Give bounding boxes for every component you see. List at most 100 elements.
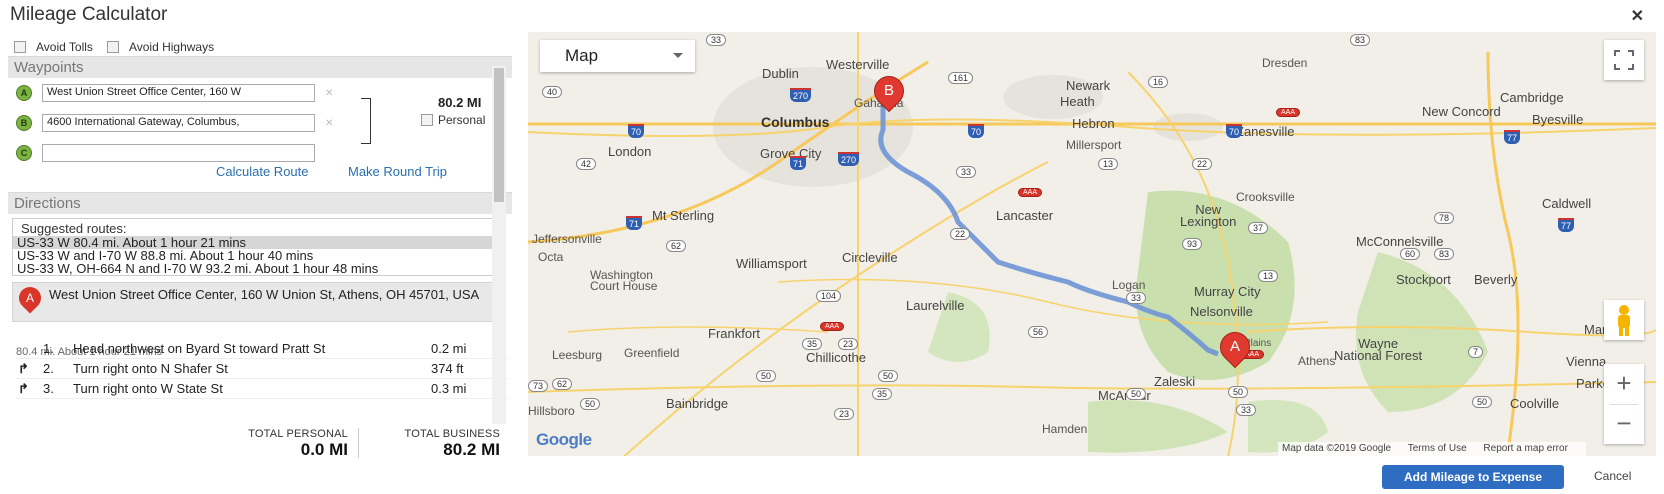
map-label-columbus: Columbus	[761, 114, 830, 130]
route-shield-icon: 13	[1098, 158, 1119, 170]
route-shield-icon: 104	[816, 290, 842, 302]
total-personal-value: 0.0 MI	[300, 440, 348, 459]
totals-divider	[358, 428, 359, 458]
left-panel: Avoid Tolls Avoid Highways Waypoints A W…	[8, 34, 528, 460]
map-label-hamden: Hamden	[1042, 422, 1088, 436]
map-label-cambridge: Cambridge	[1500, 90, 1564, 105]
route-shield-icon: 7	[1468, 346, 1484, 358]
interstate-shield-icon: 77	[1558, 218, 1575, 232]
google-logo: Google	[536, 430, 592, 449]
close-icon[interactable]: ✕	[1631, 6, 1644, 26]
map-label-williamsport: Williamsport	[736, 256, 807, 271]
directions-header: Directions	[8, 192, 512, 214]
report-map-error-link[interactable]: Report a map error	[1483, 443, 1567, 454]
waypoint-bracket	[361, 98, 371, 144]
map-label-leesburg: Leesburg	[552, 348, 603, 362]
map-label-westerville: Westerville	[826, 57, 890, 72]
calculate-route-link[interactable]: Calculate Route	[216, 164, 309, 179]
direction-step[interactable]: 1. Head northwest on Byard St toward Pra…	[16, 340, 508, 359]
route-shield-icon: 22	[1192, 158, 1213, 170]
route-shield-icon: 83	[1434, 248, 1455, 260]
zoom-in-button[interactable]: +	[1604, 364, 1644, 404]
route-shield-icon: 73	[528, 380, 549, 392]
map-label-jeffersonville: Jeffersonville	[532, 232, 602, 246]
total-business: TOTAL BUSINESS 80.2 MI	[360, 428, 500, 460]
totals-bar: TOTAL PERSONAL 0.0 MI TOTAL BUSINESS 80.…	[208, 428, 508, 460]
waypoint-a-input[interactable]: West Union Street Office Center, 160 W	[42, 84, 315, 102]
map-label-hillsboro: Hillsboro	[528, 404, 575, 418]
waypoint-b-input[interactable]: 4600 International Gateway, Columbus,	[42, 114, 315, 132]
route-shield-icon: 16	[1148, 76, 1169, 88]
map-label-greenfield: Greenfield	[624, 346, 680, 360]
route-shield-icon: 78	[1434, 212, 1455, 224]
map-label-laurelville: Laurelville	[906, 298, 965, 313]
route-options: Avoid Tolls Avoid Highways	[14, 40, 228, 54]
map-label-heath: Heath	[1060, 94, 1095, 109]
route-shield-icon: 56	[1028, 326, 1049, 338]
start-address: West Union Street Office Center, 160 W U…	[49, 287, 480, 302]
step-number: 1.	[43, 341, 54, 356]
avoid-tolls-checkbox[interactable]	[14, 41, 26, 53]
waypoint-row-c: C	[16, 142, 336, 164]
fullscreen-button[interactable]	[1604, 40, 1644, 80]
route-shield-icon: 40	[542, 86, 563, 98]
suggested-routes: Suggested routes: US-33 W 80.4 mi. About…	[12, 218, 506, 276]
suggested-routes-label: Suggested routes:	[21, 221, 127, 236]
map-label-coolville: Coolville	[1510, 396, 1560, 411]
make-round-trip-link[interactable]: Make Round Trip	[348, 164, 447, 179]
remove-waypoint-a-icon[interactable]: ✕	[325, 88, 333, 99]
interstate-shield-icon: 70	[628, 124, 645, 138]
total-personal: TOTAL PERSONAL 0.0 MI	[208, 428, 348, 460]
scrollbar-thumb[interactable]	[494, 68, 504, 202]
interstate-shield-icon: 70	[1226, 124, 1243, 138]
step-distance: 0.2 mi	[431, 341, 467, 356]
route-shield-icon: 23	[838, 338, 859, 350]
map-attribution: Map data ©2019 Google Terms of Use Repor…	[1278, 442, 1586, 456]
direction-step[interactable]: ↱ 2. Turn right onto N Shafer St 374 ft	[16, 360, 508, 379]
map-label-crooksville: Crooksville	[1236, 190, 1295, 204]
avoid-highways-label: Avoid Highways	[128, 40, 215, 54]
route-shield-icon: 60	[1400, 248, 1421, 260]
left-panel-scrollbar[interactable]	[492, 66, 506, 424]
aaa-marker-icon[interactable]: AAA	[1018, 188, 1043, 197]
map-label-octa: Octa	[538, 250, 564, 264]
route-shield-icon: 33	[1126, 292, 1147, 304]
route-shield-icon: 42	[576, 158, 597, 170]
remove-waypoint-b-icon[interactable]: ✕	[325, 118, 333, 129]
chevron-down-icon	[673, 53, 683, 58]
route-shield-icon: 62	[666, 240, 687, 252]
map-label-chillicothe: Chillicothe	[806, 350, 866, 365]
waypoint-c-input[interactable]	[42, 144, 315, 162]
map-label-nelsonville: Nelsonville	[1190, 304, 1253, 319]
street-view-pegman-button[interactable]	[1604, 300, 1644, 340]
terms-of-use-link[interactable]: Terms of Use	[1408, 443, 1467, 454]
waypoint-b-badge: B	[16, 115, 32, 131]
route-option[interactable]: US-33 W, OH-664 N and I-70 W 93.2 mi. Ab…	[13, 262, 505, 275]
avoid-highways-checkbox[interactable]	[106, 41, 119, 53]
cancel-button[interactable]: Cancel	[1594, 469, 1631, 483]
map-type-dropdown[interactable]: Map	[540, 40, 695, 72]
route-shield-icon: 62	[552, 378, 573, 390]
aaa-marker-icon[interactable]: AAA	[1276, 108, 1301, 117]
interstate-shield-icon: 77	[1504, 130, 1521, 144]
route-shield-icon: 50	[580, 398, 601, 410]
route-shield-icon: 50	[1228, 386, 1249, 398]
map-label-bainbridge: Bainbridge	[666, 396, 729, 411]
personal-checkbox[interactable]	[421, 114, 433, 126]
map-label-millersport: Millersport	[1066, 138, 1122, 152]
map-label-athens: Athens	[1298, 354, 1336, 368]
route-map[interactable]: Columbus Dublin Westerville Gahanna Newa…	[528, 32, 1656, 456]
map-label-washington-court-house: Washington Court House	[590, 268, 658, 293]
step-number: 3.	[43, 381, 54, 396]
step-distance: 0.3 mi	[431, 381, 467, 396]
add-mileage-to-expense-button[interactable]: Add Mileage to Expense	[1382, 465, 1564, 489]
pegman-icon	[1618, 305, 1630, 336]
direction-step[interactable]: ↱ 3. Turn right onto W State St 0.3 mi	[16, 380, 508, 399]
aaa-marker-icon[interactable]: AAA	[820, 322, 845, 331]
zoom-out-button[interactable]: −	[1604, 404, 1644, 444]
map-label-logan: Logan	[1112, 278, 1146, 292]
map-data-credit: Map data ©2019 Google	[1282, 443, 1392, 454]
waypoint-c-badge: C	[16, 145, 32, 161]
map-label-vienna: Vienna	[1566, 354, 1607, 369]
interstate-shield-icon: 70	[968, 124, 985, 138]
